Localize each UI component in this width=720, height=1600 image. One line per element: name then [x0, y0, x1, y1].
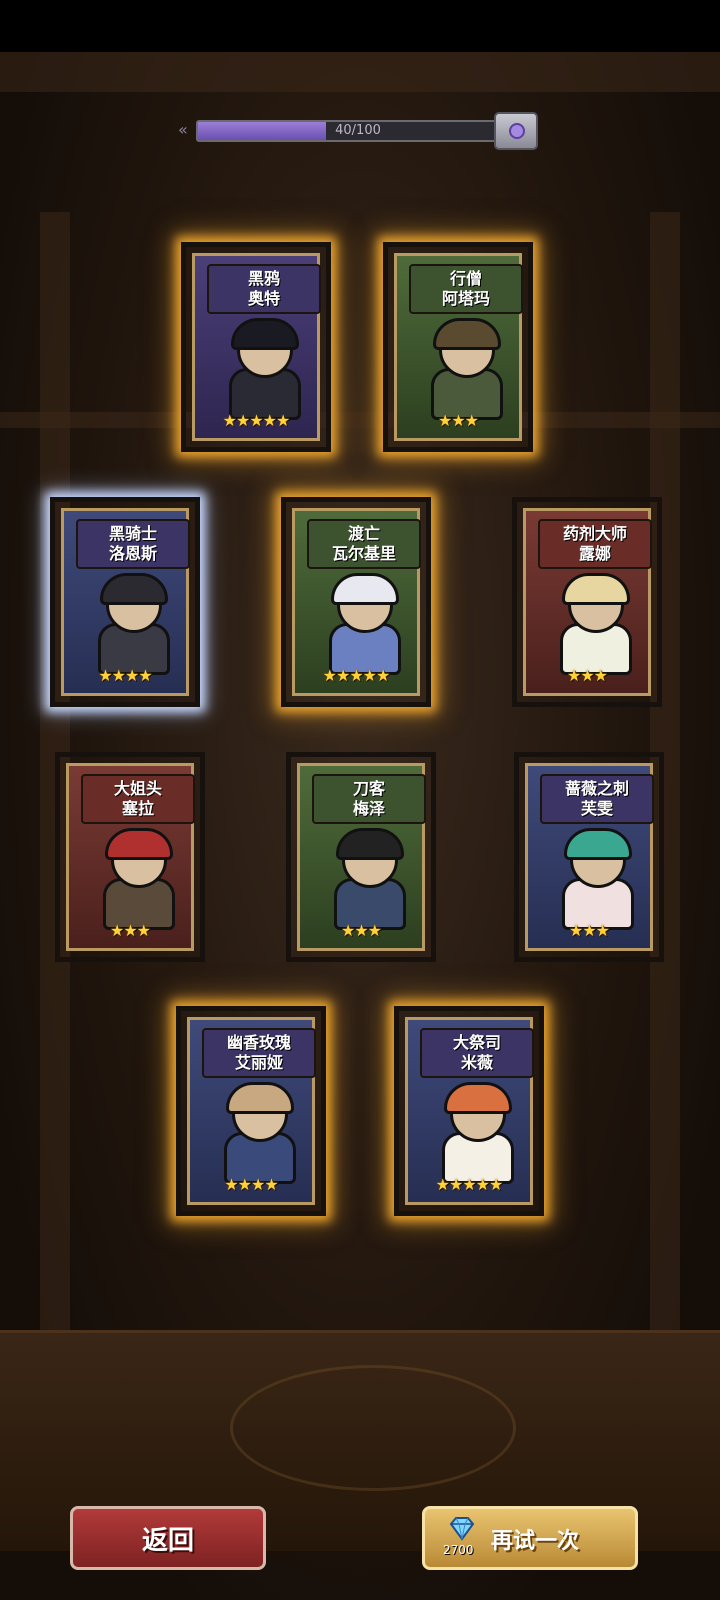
hero-title: 渡亡 [347, 524, 380, 543]
back-button-label: 返回 [141, 1525, 194, 1556]
portrait-hair [226, 1082, 294, 1114]
retry-button[interactable]: 2700 再试一次 [422, 1506, 638, 1570]
hero-name-banner: 黑骑士 洛恩斯 [76, 519, 190, 569]
shelf-beam [0, 412, 720, 428]
progress-track: 40/100 [196, 120, 520, 142]
hero-name-banner: 渡亡 瓦尔基里 [307, 519, 421, 569]
hero-portrait [417, 318, 511, 420]
chest-gem-icon [509, 123, 525, 139]
portrait-hair [433, 318, 501, 350]
hero-portrait [320, 828, 414, 930]
hero-title: 黑鸦 [247, 269, 280, 288]
hero-card-youxiang[interactable]: 幽香玫瑰 艾丽娅 ★★★★ [176, 1006, 326, 1216]
hero-portrait [548, 828, 642, 930]
card-frame: 黑骑士 洛恩斯 ★★★★ [61, 508, 190, 696]
hero-portrait [215, 318, 309, 420]
hero-portrait [89, 828, 183, 930]
hero-title: 大姐头 [113, 779, 162, 798]
hero-name: 芙雯 [580, 799, 613, 818]
card-frame: 黑鸦 奥特 ★★★★★ [192, 253, 321, 441]
draw-progress: « 40/100 [178, 112, 546, 150]
hero-card-heiya[interactable]: 黑鸦 奥特 ★★★★★ [181, 242, 331, 452]
star-rating: ★★★★ [224, 1175, 278, 1194]
retry-button-label: 再试一次 [491, 1529, 580, 1554]
hero-title: 行僧 [449, 269, 482, 288]
star-rating: ★★★ [568, 921, 610, 940]
hero-title: 药剂大师 [562, 524, 627, 543]
hero-title: 大祭司 [452, 1033, 501, 1052]
star-rating: ★★★★ [98, 666, 152, 685]
progress-text: 40/100 [335, 123, 381, 138]
hero-name-banner: 蔷薇之刺 芙雯 [540, 774, 654, 824]
hero-name: 露娜 [578, 544, 611, 563]
hero-card-xingseng[interactable]: 行僧 阿塔玛 ★★★ [383, 242, 533, 452]
star-rating: ★★★ [566, 666, 608, 685]
hero-name-banner: 幽香玫瑰 艾丽娅 [202, 1028, 316, 1078]
hero-name: 艾丽娅 [234, 1053, 283, 1072]
hero-portrait [84, 573, 178, 675]
hero-name: 奥特 [247, 289, 280, 308]
hero-portrait [210, 1082, 304, 1184]
hero-name-banner: 黑鸦 奥特 [207, 264, 321, 314]
double-chevron-left-icon: « [178, 120, 188, 139]
portrait-hair [564, 828, 632, 860]
portrait-hair [331, 573, 399, 605]
hero-name-banner: 行僧 阿塔玛 [409, 264, 523, 314]
star-rating: ★★★ [340, 921, 382, 940]
hero-card-dajietou[interactable]: 大姐头 塞拉 ★★★ [55, 752, 205, 962]
star-rating: ★★★★★ [322, 666, 391, 685]
hero-card-heiqishi[interactable]: 黑骑士 洛恩斯 ★★★★ [50, 497, 200, 707]
card-frame: 行僧 阿塔玛 ★★★ [394, 253, 523, 441]
hero-portrait [315, 573, 409, 675]
portrait-hair [231, 318, 299, 350]
hero-name: 塞拉 [121, 799, 154, 818]
hero-name: 米薇 [460, 1053, 493, 1072]
card-frame: 渡亡 瓦尔基里 ★★★★★ [292, 508, 421, 696]
hero-name-banner: 大祭司 米薇 [420, 1028, 534, 1078]
back-button[interactable]: 返回 [70, 1506, 266, 1570]
hero-card-yaoji[interactable]: 药剂大师 露娜 ★★★ [512, 497, 662, 707]
hero-name: 瓦尔基里 [331, 544, 396, 563]
hero-name-banner: 刀客 梅泽 [312, 774, 426, 824]
hero-title: 刀客 [352, 779, 385, 798]
portrait-hair [100, 573, 168, 605]
card-frame: 蔷薇之刺 芙雯 ★★★ [525, 763, 654, 951]
hero-card-qiangwei[interactable]: 蔷薇之刺 芙雯 ★★★ [514, 752, 664, 962]
hero-name-banner: 药剂大师 露娜 [538, 519, 652, 569]
hero-title: 幽香玫瑰 [226, 1033, 291, 1052]
retry-cost: 2700 [443, 1543, 474, 1557]
card-frame: 幽香玫瑰 艾丽娅 ★★★★ [187, 1017, 316, 1205]
hero-name: 梅泽 [352, 799, 385, 818]
hero-card-dajisi[interactable]: 大祭司 米薇 ★★★★★ [394, 1006, 544, 1216]
hero-title: 蔷薇之刺 [564, 779, 629, 798]
ceiling-beam [0, 52, 720, 92]
star-rating: ★★★★★ [435, 1175, 504, 1194]
star-rating: ★★★ [109, 921, 151, 940]
portrait-hair [336, 828, 404, 860]
card-frame: 大姐头 塞拉 ★★★ [66, 763, 195, 951]
hero-portrait [428, 1082, 522, 1184]
card-frame: 药剂大师 露娜 ★★★ [523, 508, 652, 696]
portrait-hair [105, 828, 173, 860]
hero-title: 黑骑士 [108, 524, 157, 543]
hero-name: 洛恩斯 [108, 544, 157, 563]
hero-name: 阿塔玛 [441, 289, 490, 308]
diamond-icon [449, 1517, 475, 1541]
treasure-chest-icon[interactable] [494, 112, 538, 150]
card-frame: 刀客 梅泽 ★★★ [297, 763, 426, 951]
star-rating: ★★★ [437, 411, 479, 430]
star-rating: ★★★★★ [222, 411, 291, 430]
card-frame: 大祭司 米薇 ★★★★★ [405, 1017, 534, 1205]
table-rune-decoration [230, 1365, 516, 1491]
hero-card-daoke[interactable]: 刀客 梅泽 ★★★ [286, 752, 436, 962]
hero-name-banner: 大姐头 塞拉 [81, 774, 195, 824]
portrait-hair [444, 1082, 512, 1114]
hero-portrait [546, 573, 640, 675]
hero-card-duwang[interactable]: 渡亡 瓦尔基里 ★★★★★ [281, 497, 431, 707]
portrait-hair [562, 573, 630, 605]
